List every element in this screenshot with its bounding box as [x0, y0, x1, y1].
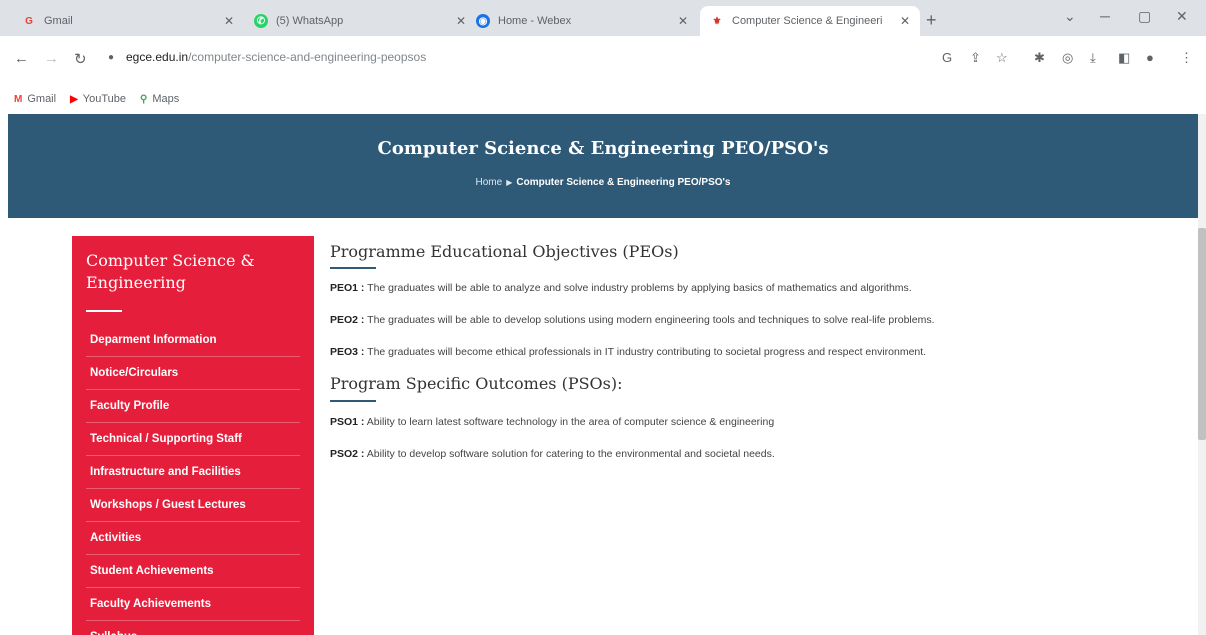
pso-code: PSO2 :	[330, 448, 365, 460]
peo-item: PEO2 : The graduates will be able to dev…	[330, 314, 935, 326]
gmail-icon: M	[14, 93, 23, 105]
peo-item: PEO1 : The graduates will be able to ana…	[330, 282, 912, 294]
url-host: egce.edu.in	[126, 50, 189, 64]
pso-heading: Program Specific Outcomes (PSOs):	[330, 374, 623, 393]
bookmark-label: Maps	[152, 93, 180, 105]
gmail-icon: G	[25, 15, 33, 27]
bookmark-gmail[interactable]: M Gmail	[14, 93, 56, 105]
whatsapp-icon: ✆	[254, 14, 268, 28]
breadcrumb-home-link[interactable]: Home	[476, 177, 503, 188]
maximize-icon[interactable]: ▢	[1138, 8, 1151, 25]
bookmark-star-icon[interactable]: ☆	[996, 50, 1008, 66]
title-underline	[86, 310, 122, 312]
maps-icon: ⚲	[140, 93, 148, 105]
page-title: Computer Science & Engineering PEO/PSO's	[377, 138, 829, 159]
close-tab-icon[interactable]: ✕	[224, 14, 234, 28]
menu-kebab-icon[interactable]: ⋮	[1180, 50, 1193, 66]
tab-gmail[interactable]: G Gmail ✕	[12, 6, 244, 36]
side-panel-icon[interactable]: ◧	[1118, 50, 1130, 66]
peo-text: The graduates will be able to analyze an…	[367, 282, 912, 294]
lock-icon: ●	[108, 52, 115, 63]
peo-heading: Programme Educational Objectives (PEOs)	[330, 242, 679, 261]
peo-code: PEO2 :	[330, 314, 365, 326]
heading-underline	[330, 267, 376, 269]
address-bar[interactable]: ● egce.edu.in/computer-science-and-engin…	[108, 42, 928, 72]
tab-search-chevron-icon[interactable]: ⌄	[1064, 8, 1076, 25]
close-tab-icon[interactable]: ✕	[900, 14, 910, 28]
heading-underline	[330, 400, 376, 402]
sidebar-item-faculty-profile[interactable]: Faculty Profile	[86, 390, 300, 423]
page-banner: Computer Science & Engineering PEO/PSO's…	[8, 114, 1198, 218]
sidebar-item-student-achievements[interactable]: Student Achievements	[86, 555, 300, 588]
minimize-icon[interactable]: ─	[1100, 8, 1110, 24]
tab-webex[interactable]: ◉ Home - Webex ✕	[466, 6, 698, 36]
reload-icon[interactable]: ↻	[74, 50, 87, 68]
browser-toolbar: ← → ↻ ● egce.edu.in/computer-science-and…	[0, 36, 1206, 86]
pso-code: PSO1 :	[330, 416, 365, 428]
extensions-puzzle-icon[interactable]: ✱	[1034, 50, 1045, 66]
back-arrow-icon[interactable]: ←	[14, 50, 29, 67]
google-lens-icon[interactable]: G	[942, 50, 952, 65]
pso-text: Ability to develop software solution for…	[366, 448, 775, 460]
sidebar-title: Computer Science & Engineering	[86, 251, 255, 292]
tab-strip: G Gmail ✕ ✆ (5) WhatsApp ✕ ◉ Home - Webe…	[0, 0, 1206, 36]
tab-title: Home - Webex	[498, 15, 572, 27]
new-tab-plus-icon[interactable]: +	[926, 10, 937, 31]
forward-arrow-icon[interactable]: →	[44, 50, 59, 67]
pso-item: PSO1 : Ability to learn latest software …	[330, 416, 774, 428]
sidebar-item-workshops[interactable]: Workshops / Guest Lectures	[86, 489, 300, 522]
sidebar-item-activities[interactable]: Activities	[86, 522, 300, 555]
bookmark-youtube[interactable]: ▶ YouTube	[70, 93, 126, 105]
sidebar-item-infrastructure[interactable]: Infrastructure and Facilities	[86, 456, 300, 489]
peo-code: PEO1 :	[330, 282, 365, 294]
url-path: /computer-science-and-engineering-peopso…	[188, 50, 427, 64]
bookmark-label: YouTube	[82, 93, 127, 105]
close-tab-icon[interactable]: ✕	[456, 14, 466, 28]
share-icon[interactable]: ⇪	[970, 50, 981, 66]
tab-title: Computer Science & Engineeri	[732, 15, 883, 27]
media-icon[interactable]: ◎	[1062, 50, 1073, 66]
sidebar-item-faculty-achievements[interactable]: Faculty Achievements	[86, 588, 300, 621]
sidebar-item-technical-staff[interactable]: Technical / Supporting Staff	[86, 423, 300, 456]
youtube-icon: ▶	[70, 93, 78, 105]
close-window-icon[interactable]: ✕	[1176, 8, 1188, 25]
pso-text: Ability to learn latest software technol…	[366, 416, 775, 428]
close-tab-icon[interactable]: ✕	[678, 14, 688, 28]
peo-item: PEO3 : The graduates will become ethical…	[330, 346, 926, 358]
department-sidebar: Computer Science & Engineering Deparment…	[72, 236, 314, 635]
scrollbar-thumb[interactable]	[1198, 228, 1206, 440]
sidebar-item-notice-circulars[interactable]: Notice/Circulars	[86, 357, 300, 390]
download-icon[interactable]: ⤓	[1090, 50, 1096, 66]
bookmark-label: Gmail	[27, 93, 57, 105]
peo-text: The graduates will become ethical profes…	[367, 346, 927, 358]
pso-item: PSO2 : Ability to develop software solut…	[330, 448, 775, 460]
profile-icon[interactable]: ●	[1146, 50, 1154, 65]
sidebar-item-syllabus[interactable]: Syllabus	[86, 621, 300, 635]
bookmarks-bar: M Gmail ▶ YouTube ⚲ Maps	[0, 86, 1206, 112]
sidebar-item-department-information[interactable]: Deparment Information	[86, 324, 300, 357]
tab-title: (5) WhatsApp	[276, 15, 344, 27]
peo-text: The graduates will be able to develop so…	[367, 314, 935, 326]
breadcrumb: Home ▶ Computer Science & Engineering PEO/…	[8, 177, 1198, 188]
tab-title: Gmail	[44, 15, 73, 27]
breadcrumb-current: Computer Science & Engineering PEO/PSO's	[516, 177, 731, 188]
tab-active-college[interactable]: ⚜ Computer Science & Engineeri ✕	[700, 6, 920, 36]
bookmark-maps[interactable]: ⚲ Maps	[140, 93, 179, 105]
college-icon: ⚜	[712, 15, 722, 27]
tab-whatsapp[interactable]: ✆ (5) WhatsApp ✕	[244, 6, 476, 36]
breadcrumb-arrow-icon: ▶	[506, 178, 513, 187]
webex-icon: ◉	[476, 14, 490, 28]
peo-code: PEO3 :	[330, 346, 365, 358]
